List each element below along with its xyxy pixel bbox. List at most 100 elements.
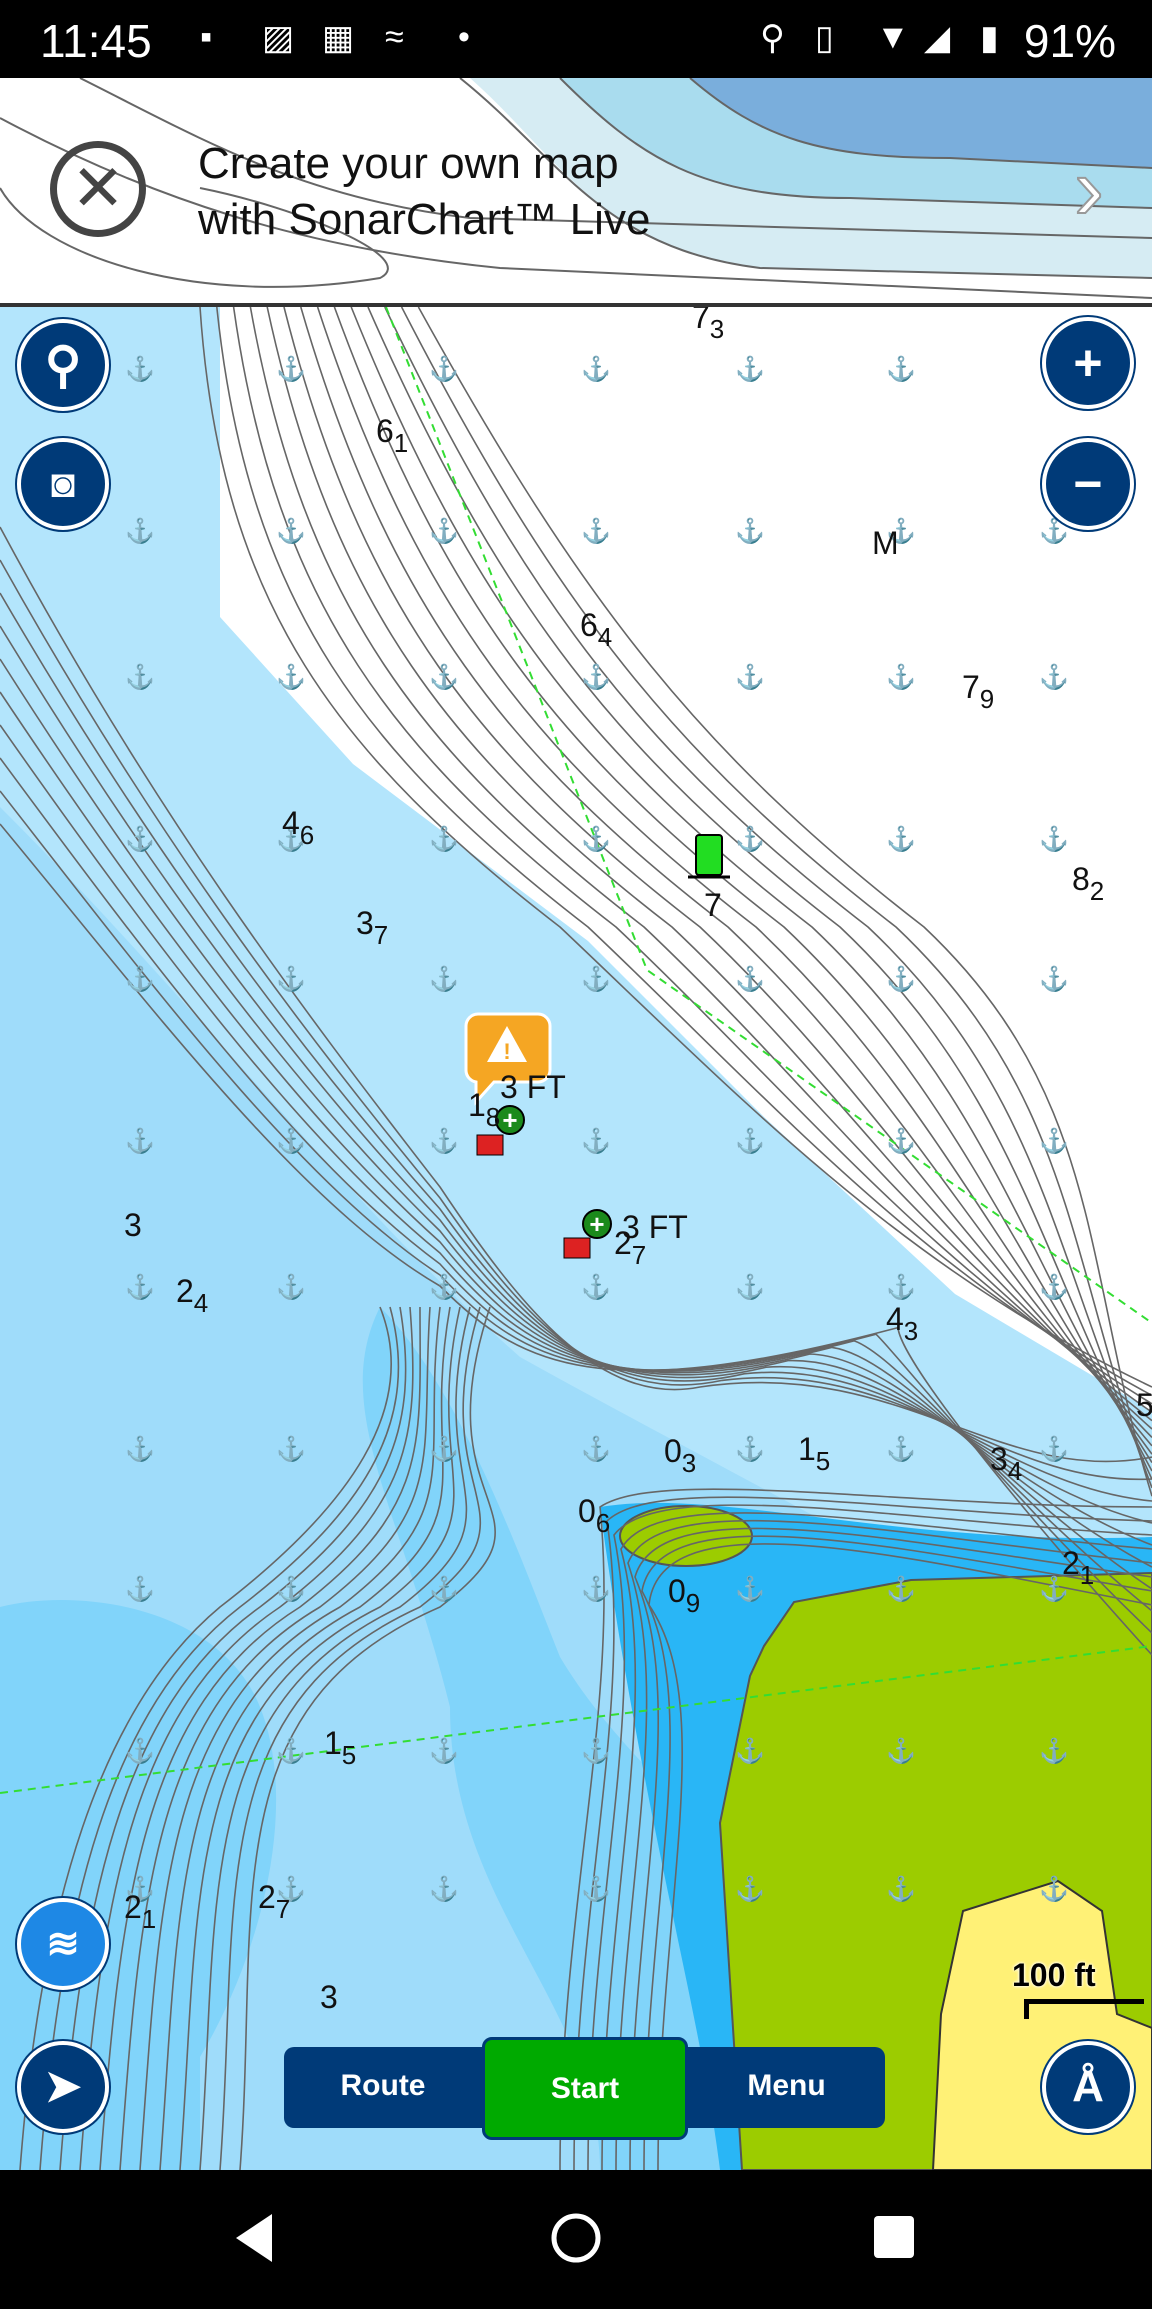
anchorage-icon: ⚓ [1039, 663, 1069, 691]
anchorage-icon: ⚓ [429, 1127, 459, 1155]
signal-icon: ◢ [924, 19, 951, 57]
anchorage-icon: ⚓ [581, 1435, 611, 1463]
sonar-button[interactable]: ≋ [17, 1898, 109, 1990]
anchorage-icon: ⚓ [429, 965, 459, 993]
wreck-marker-icon [476, 1134, 504, 1156]
location-icon: ⚲ [760, 19, 785, 57]
anchorage-icon: ⚓ [886, 1875, 916, 1903]
anchorage-icon: ⚓ [886, 1435, 916, 1463]
depth-sounding: 27 [258, 1879, 291, 1924]
banner-line-1: Create your own map [198, 139, 619, 188]
anchorage-icon: ⚓ [581, 965, 611, 993]
scale-bar [1024, 1999, 1144, 2019]
anchorage-icon: ⚓ [276, 1273, 306, 1301]
anchorage-icon: ⚓ [1039, 1737, 1069, 1765]
anchorage-icon: ⚓ [429, 663, 459, 691]
anchorage-icon: ⚓ [886, 1737, 916, 1765]
anchorage-icon: ⚓ [1039, 1875, 1069, 1903]
anchorage-icon: ⚓ [125, 1575, 155, 1603]
anchorage-icon: ⚓ [1039, 1273, 1069, 1301]
depth-sounding: 34 [990, 1441, 1023, 1486]
route-button[interactable]: Route [284, 2069, 482, 2103]
anchorage-icon: ⚓ [125, 825, 155, 853]
navigation-arrow-icon: ➤ [44, 2062, 82, 2111]
anchorage-icon: ⚓ [1039, 825, 1069, 853]
anchorage-icon: ⚓ [735, 517, 765, 545]
anchorage-icon: ⚓ [735, 1875, 765, 1903]
anchorage-icon: ⚓ [125, 663, 155, 691]
anchorage-icon: ⚓ [429, 1435, 459, 1463]
anchorage-icon: ⚓ [125, 1435, 155, 1463]
anchorage-icon: ⚓ [581, 1575, 611, 1603]
depth-sounding: 21 [124, 1889, 157, 1934]
anchorage-icon: ⚓ [581, 663, 611, 691]
close-banner-button[interactable]: ✕ [50, 141, 146, 237]
anchorage-icon: ⚓ [125, 517, 155, 545]
anchorage-icon: ⚓ [276, 663, 306, 691]
wreck-marker-icon [563, 1237, 591, 1259]
depth-sounding: 21 [1062, 1545, 1095, 1590]
start-button[interactable]: Start [482, 2037, 688, 2140]
anchorage-icon: ⚓ [581, 825, 611, 853]
anchorage-icon: ⚓ [581, 355, 611, 383]
depth-sounding: 24 [176, 1273, 209, 1318]
measure-button[interactable]: Å [1042, 2041, 1134, 2133]
zoom-out-button[interactable]: − [1042, 438, 1134, 530]
anchorage-icon: ⚓ [276, 1435, 306, 1463]
sonarchart-promo-banner[interactable]: ✕ Create your own map with SonarChart™ Li… [0, 78, 1152, 303]
anchorage-icon: ⚓ [429, 355, 459, 383]
anchorage-icon: ⚓ [581, 1875, 611, 1903]
depth-sounding: 64 [580, 607, 613, 652]
camera-button[interactable]: ◙ [17, 438, 109, 530]
anchorage-icon: ⚓ [886, 825, 916, 853]
depth-sounding: 3 [320, 1979, 338, 2015]
depth-sounding: 79 [962, 669, 995, 714]
scale-label: 100 ft [1012, 1957, 1096, 1993]
anchorage-icon: ⚓ [276, 965, 306, 993]
depth-sounding: 06 [578, 1493, 611, 1538]
nfc-icon: ≈ [385, 18, 404, 56]
map-canvas[interactable]: ⚓ ⚓ ⚓ ⚓ ⚓ ⚓ ⚓ ⚓ ⚓ ⚓ ⚓ ⚓ ⚓ ⚓ ⚓ ⚓ ⚓ ⚓ ⚓ ⚓ ⚓ ⚓ ⚓ ⚓ ⚓ ⚓ ⚓ ⚓ ⚓ ⚓ ⚓ ⚓ ⚓ ⚓ ⚓ ⚓ ⚓ ⚓ ⚓ ⚓… [0, 307, 1152, 2170]
anchorage-icon: ⚓ [886, 965, 916, 993]
depth-sounding: 09 [668, 1573, 701, 1618]
calendar-icon: ▦ [322, 19, 355, 57]
nautical-map[interactable]: ⚓ ⚓ ⚓ ⚓ ⚓ ⚓ ⚓ ⚓ ⚓ ⚓ ⚓ ⚓ ⚓ ⚓ ⚓ ⚓ ⚓ ⚓ ⚓ ⚓ ⚓ ⚓ ⚓ ⚓ ⚓ ⚓ ⚓ ⚓ ⚓ ⚓ ⚓ ⚓ ⚓ ⚓ ⚓ ⚓ ⚓ ⚓ ⚓ ⚓… [0, 307, 1152, 2170]
depth-sounding: 61 [376, 413, 409, 458]
svg-text:!: ! [503, 1039, 510, 1064]
clock: 11:45 [40, 15, 152, 67]
back-icon [236, 2214, 272, 2262]
hazard-depth-label: 3 FT [500, 1069, 566, 1105]
green-plus-marker-icon: + [582, 1209, 612, 1239]
depth-sounding: 37 [356, 905, 389, 950]
home-icon [551, 2213, 601, 2263]
anchorage-icon: ⚓ [735, 1127, 765, 1155]
anchorage-icon: ⚓ [1039, 1127, 1069, 1155]
anchorage-icon: ⚓ [1039, 1435, 1069, 1463]
anchorage-icon: ⚓ [735, 1435, 765, 1463]
anchorage-icon: ⚓ [276, 1737, 306, 1765]
anchorage-icon: ⚓ [735, 825, 765, 853]
my-location-button[interactable]: ➤ [17, 2041, 109, 2133]
anchorage-icon: ⚓ [581, 1737, 611, 1765]
anchorage-icon: ⚓ [886, 663, 916, 691]
anchorage-icon: ⚓ [429, 1737, 459, 1765]
menu-button[interactable]: Menu [688, 2069, 885, 2103]
status-bar: 11:45 ▪ ▨ ▦ ≈ • ⚲ ▯ ▼ ◢ ▮ 91% [0, 0, 1152, 78]
image-icon: ▪ [200, 18, 213, 56]
anchorage-icon: ⚓ [429, 517, 459, 545]
anchorage-icon: ⚓ [735, 1575, 765, 1603]
anchorage-icon: ⚓ [125, 355, 155, 383]
depth-sounding: 82 [1072, 861, 1105, 906]
banner-line-2: with SonarChart™ Live [198, 195, 651, 244]
depth-sounding: M [872, 525, 899, 561]
depth-sounding: 15 [324, 1725, 357, 1770]
depth-sounding: 15 [798, 1431, 831, 1476]
search-button[interactable]: ⚲ [17, 319, 109, 411]
zoom-in-button[interactable]: + [1042, 317, 1134, 409]
anchorage-icon: ⚓ [886, 1273, 916, 1301]
chevron-right-icon[interactable]: › [1073, 138, 1105, 241]
anchorage-icon: ⚓ [581, 1273, 611, 1301]
anchorage-icon: ⚓ [276, 1575, 306, 1603]
depth-sounding: 46 [282, 805, 315, 850]
anchorage-icon: ⚓ [581, 517, 611, 545]
